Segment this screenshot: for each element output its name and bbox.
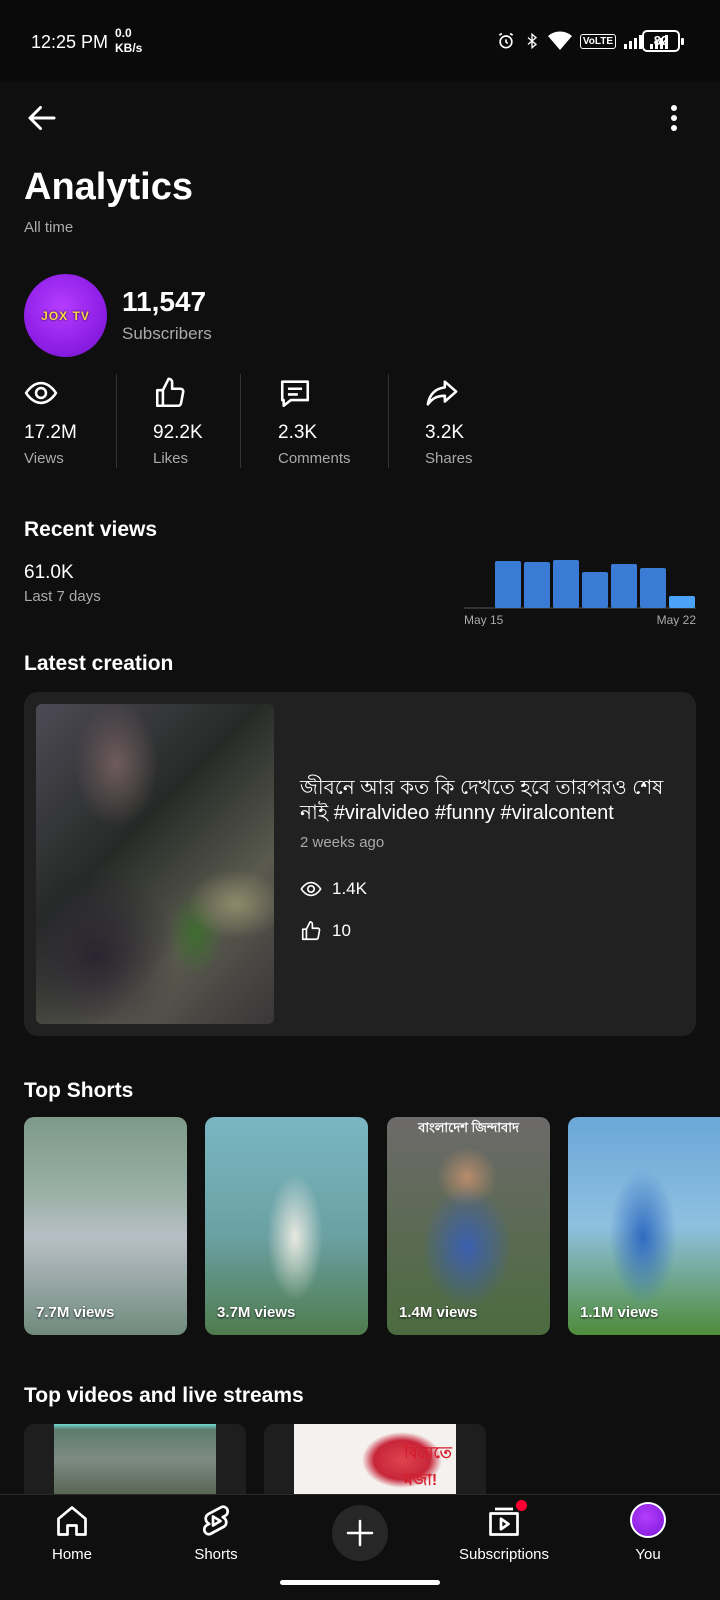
status-time: 12:25 PM bbox=[31, 32, 109, 52]
nav-home[interactable]: Home bbox=[12, 1495, 132, 1575]
video-age: 2 weeks ago bbox=[300, 834, 385, 851]
latest-creation-card[interactable]: জীবনে আর কত কি দেখতে হবে তারপরও শেষ নাই … bbox=[24, 692, 696, 1036]
wifi-icon bbox=[547, 31, 572, 50]
chart-bar bbox=[611, 564, 637, 608]
chart-bar bbox=[524, 562, 550, 608]
arrow-left-icon bbox=[28, 106, 56, 130]
video-thumbnail: বিয়েতে মজা! bbox=[294, 1424, 456, 1494]
top-videos-title: Top videos and live streams bbox=[24, 1384, 304, 1407]
nav-label: Home bbox=[51, 1546, 92, 1563]
top-shorts-title: Top Shorts bbox=[24, 1079, 134, 1102]
page-subtitle: All time bbox=[24, 219, 74, 236]
profile-avatar-icon bbox=[630, 1502, 666, 1538]
create-button[interactable] bbox=[332, 1505, 388, 1561]
nav-subscriptions[interactable]: Subscriptions bbox=[444, 1495, 564, 1575]
short-views: 3.7M views bbox=[217, 1304, 296, 1321]
stat-views[interactable]: 17.2M Views bbox=[24, 374, 114, 470]
alarm-icon bbox=[498, 32, 513, 49]
volte-badge: VoLTE bbox=[579, 33, 616, 49]
short-card[interactable]: 3.7M views bbox=[205, 1117, 368, 1335]
chart-bar bbox=[640, 568, 666, 608]
divider bbox=[240, 374, 241, 468]
chart-bar bbox=[495, 561, 521, 608]
latest-creation-title: Latest creation bbox=[24, 652, 174, 675]
stat-label: Views bbox=[24, 450, 64, 467]
stat-shares[interactable]: 3.2K Shares bbox=[425, 374, 515, 470]
status-bar: 12:25 PM 0.0 KB/s VoLTE 82 bbox=[0, 0, 720, 82]
stat-label: Likes bbox=[153, 450, 189, 467]
nav-label: You bbox=[635, 1546, 661, 1563]
video-likes: 10 bbox=[300, 920, 351, 942]
video-card[interactable]: বিয়েতে মজা! bbox=[264, 1424, 486, 1494]
stat-label: Comments bbox=[278, 450, 351, 467]
chart-bar bbox=[669, 596, 695, 608]
avatar-logo: JOX TV bbox=[41, 308, 90, 323]
battery-indicator: 82 bbox=[642, 30, 684, 52]
more-options-button[interactable] bbox=[664, 100, 712, 136]
signal-icon bbox=[624, 33, 642, 49]
thumbnail-text: বিয়েতে মজা! bbox=[404, 1445, 452, 1489]
stat-value: 92.2K bbox=[153, 422, 203, 443]
stat-value: 3.2K bbox=[425, 422, 465, 443]
chart-tick-label: May 15 bbox=[464, 613, 504, 626]
nav-label: Shorts bbox=[194, 1546, 238, 1563]
back-button[interactable] bbox=[24, 100, 60, 136]
shorts-icon bbox=[202, 1505, 230, 1536]
network-speed: 0.0 KB/s bbox=[115, 26, 143, 55]
stat-likes[interactable]: 92.2K Likes bbox=[153, 374, 233, 470]
chart-bar bbox=[553, 560, 579, 608]
share-icon bbox=[426, 380, 458, 406]
short-banner-text: বাংলাদেশ জিন্দাবাদ bbox=[418, 1120, 519, 1135]
chart-tick-label: May 22 bbox=[657, 613, 696, 626]
recent-views-value: 61.0K bbox=[24, 562, 74, 583]
short-card[interactable]: 1.1M views bbox=[568, 1117, 720, 1335]
page-title: Analytics bbox=[24, 166, 193, 208]
gesture-home-bar bbox=[280, 1580, 440, 1585]
nav-you[interactable]: You bbox=[588, 1495, 708, 1575]
subscriber-count: 11,547 bbox=[122, 286, 207, 317]
video-title: জীবনে আর কত কি দেখতে হবে তারপরও শেষ নাই … bbox=[300, 777, 664, 824]
short-views: 7.7M views bbox=[36, 1304, 115, 1321]
channel-avatar[interactable]: JOX TV bbox=[24, 274, 107, 357]
nav-shorts[interactable]: Shorts bbox=[156, 1495, 276, 1575]
thumbs-up-icon bbox=[155, 377, 185, 408]
stat-value: 17.2M bbox=[24, 422, 77, 443]
divider bbox=[388, 374, 389, 468]
stat-comments[interactable]: 2.3K Comments bbox=[278, 374, 378, 470]
notification-dot bbox=[516, 1500, 527, 1511]
eye-icon bbox=[300, 881, 322, 897]
stat-value: 2.3K bbox=[278, 422, 318, 443]
eye-icon bbox=[24, 381, 58, 405]
home-icon bbox=[57, 1506, 87, 1536]
short-card[interactable]: 7.7M views bbox=[24, 1117, 187, 1335]
recent-views-title: Recent views bbox=[24, 518, 158, 541]
chart-bar bbox=[582, 572, 608, 608]
video-card[interactable] bbox=[24, 1424, 246, 1494]
short-card[interactable]: বাংলাদেশ জিন্দাবাদ 1.4M views bbox=[387, 1117, 550, 1335]
comment-icon bbox=[280, 380, 310, 408]
short-views: 1.1M views bbox=[580, 1304, 659, 1321]
recent-views-chart[interactable]: May 15 May 22 bbox=[464, 540, 696, 626]
video-thumbnail bbox=[54, 1424, 216, 1494]
subscriber-label: Subscribers bbox=[122, 324, 212, 343]
bluetooth-icon bbox=[527, 32, 537, 50]
video-views: 1.4K bbox=[300, 878, 367, 900]
more-vertical-icon bbox=[671, 105, 677, 131]
nav-label: Subscriptions bbox=[458, 1546, 550, 1563]
plus-icon bbox=[346, 1519, 374, 1547]
divider bbox=[116, 374, 117, 468]
stats-row: 17.2M Views 92.2K Likes 2.3K Comments 3.… bbox=[0, 374, 720, 470]
stat-label: Shares bbox=[425, 450, 473, 467]
short-views: 1.4M views bbox=[399, 1304, 478, 1321]
video-thumbnail[interactable] bbox=[36, 704, 274, 1024]
recent-views-period: Last 7 days bbox=[24, 588, 101, 605]
thumbs-up-icon bbox=[301, 921, 321, 941]
